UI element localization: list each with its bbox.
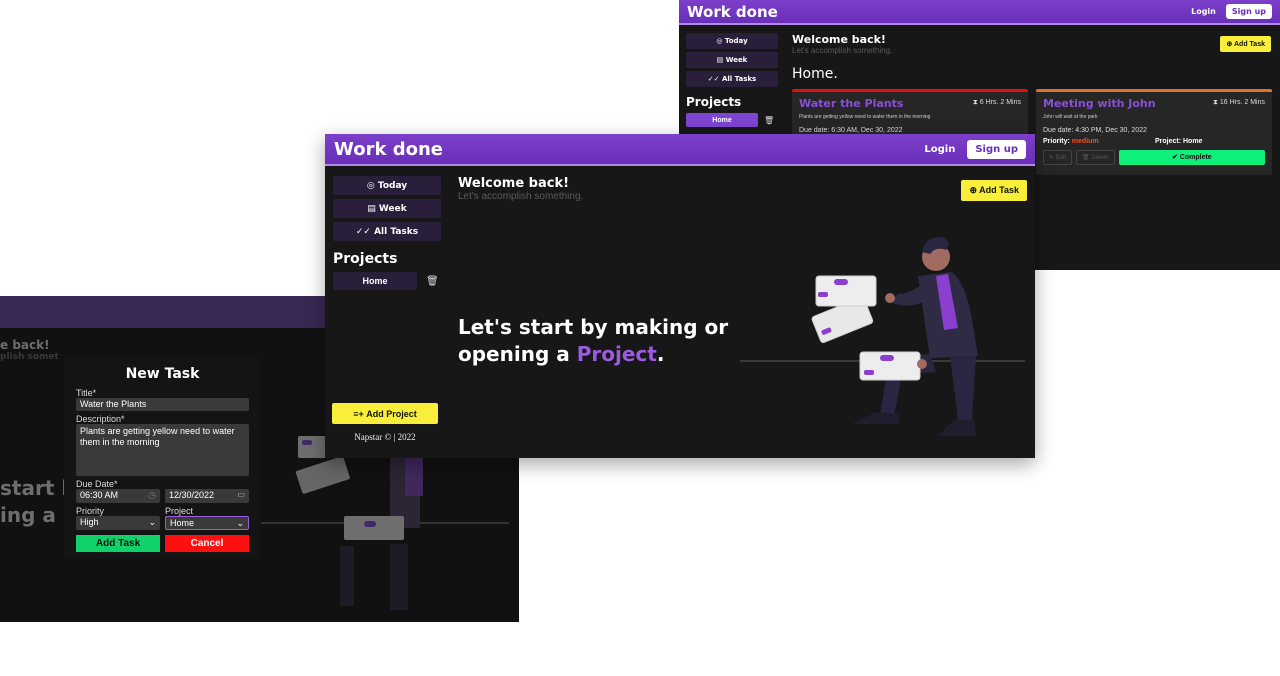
task-description: John will wait at the park [1043,114,1098,120]
time-input[interactable]: 06:30 AM ◷ [76,489,160,503]
trash-icon[interactable]: 🗑 [764,116,774,125]
task-card: Water the Plants ⧗ 6 Hrs. 2 Mins Plants … [792,89,1028,137]
sidebar-item-today[interactable]: ◎ Today [686,33,778,49]
description-textarea[interactable]: Plants are getting yellow need to water … [76,424,249,476]
welcome-title: Welcome back! [792,33,886,46]
footer-credit: Napstar © | 2022 [354,432,416,442]
project-item-home[interactable]: Home [686,113,758,127]
calendar-icon: ▤ [716,56,724,64]
sidebar-item-all-tasks[interactable]: ✓✓ All Tasks [333,222,441,241]
task-description: Plants are getting yellow need to water … [799,114,931,120]
due-date-label: Due Date* [76,479,118,489]
add-circle-icon: ⊕ [1226,41,1233,48]
task-project: Project: Home [1155,138,1203,145]
welcome-block: Welcome back! Let's accomplish something… [792,33,892,55]
welcome-title-dimmed: e back! [0,338,50,352]
edit-button[interactable]: ✎ Edit [1043,150,1073,165]
cancel-button[interactable]: Cancel [165,535,249,552]
projects-heading: Projects [686,95,742,109]
projects-heading: Projects [333,251,398,267]
hourglass-icon: ⧗ [972,99,978,106]
priority-label: Priority [76,506,105,516]
project-item-home[interactable]: Home [333,272,417,290]
brand-title[interactable]: Work done [334,139,443,160]
check-circle-icon: ✔ [1171,154,1178,161]
double-check-icon: ✓✓ [355,226,371,237]
date-input[interactable]: 12/30/2022 ▭ [165,489,249,503]
complete-button[interactable]: ✔ Complete [1118,150,1265,165]
sidebar: ◎ Today ▤ Week ✓✓ All Tasks Projects Hom… [686,33,778,127]
delete-button[interactable]: 🗑 Delete [1076,150,1115,165]
app-header: Work done Login Sign up [325,134,1035,166]
description-label: Description* [76,414,125,424]
task-time-left: ⧗ 16 Hrs. 2 Mins [1213,99,1265,106]
welcome-block: Welcome back! Let's accomplish something… [458,176,583,202]
sidebar-item-week[interactable]: ▤ Week [333,199,441,218]
welcome-subtitle-dimmed: plish somet [0,352,59,362]
add-project-button[interactable]: ≡+ Add Project [332,403,438,424]
playlist-add-icon: ≡+ [353,408,364,419]
login-link[interactable]: Login [924,144,955,155]
trash-icon: 🗑 [1082,155,1090,161]
task-time-left: ⧗ 6 Hrs. 2 Mins [972,99,1021,106]
calendar-icon: ▤ [367,203,376,214]
task-priority: Priority: medium [1043,138,1099,145]
sidebar-item-week[interactable]: ▤ Week [686,52,778,68]
double-check-icon: ✓✓ [707,75,720,83]
sidebar-item-today[interactable]: ◎ Today [333,176,441,195]
project-select[interactable]: Home ⌄ [165,516,249,530]
target-icon: ◎ [716,37,723,45]
project-heading: Home. [792,66,838,82]
new-task-modal: New Task Title* Water the Plants Descrip… [64,358,261,558]
trash-icon[interactable]: 🗑 [426,276,439,287]
task-due-date: Due date: 4:30 PM, Dec 30, 2022 [1043,127,1147,134]
project-label: Project [165,506,194,516]
hourglass-icon: ⧗ [1213,99,1218,106]
signup-button[interactable]: Sign up [1225,4,1272,19]
welcome-title: Welcome back! [458,176,570,191]
chevron-down-icon: ⌄ [236,518,244,528]
brand-title[interactable]: Work done [687,3,778,21]
clock-icon: ◷ [148,490,156,500]
login-link[interactable]: Login [1191,7,1216,16]
priority-select[interactable]: High ⌄ [76,516,160,530]
pencil-icon: ✎ [1049,155,1055,161]
add-task-button[interactable]: ⊕ Add Task [1220,36,1271,52]
calendar-icon: ▭ [237,490,245,499]
add-task-submit-button[interactable]: Add Task [76,535,160,552]
task-due-date: Due date: 6:30 AM, Dec 30, 2022 [799,127,903,134]
sidebar-item-all-tasks[interactable]: ✓✓ All Tasks [686,71,778,87]
chevron-down-icon: ⌄ [148,517,156,527]
target-icon: ◎ [366,180,375,191]
modal-title: New Task [125,366,200,382]
empty-state-message: Let's start by making or opening a Proje… [458,315,729,366]
person-with-cards-illustration [740,237,1025,436]
task-card: Meeting with John ⧗ 16 Hrs. 2 Mins John … [1036,89,1272,175]
add-circle-icon: ⊕ [969,185,977,195]
title-label: Title* [76,388,97,398]
sidebar: ◎ Today ▤ Week ✓✓ All Tasks Projects Hom… [333,176,441,290]
app-header: Work done Login Sign up [679,0,1280,25]
welcome-subtitle: Let's accomplish something. [792,46,893,55]
signup-button[interactable]: Sign up [967,139,1026,159]
add-task-button[interactable]: ⊕ Add Task [961,180,1027,201]
title-input[interactable]: Water the Plants [76,398,249,411]
welcome-subtitle: Let's accomplish something. [458,191,584,202]
screenshot-home-empty-state: Work done Login Sign up ◎ Today ▤ Week ✓… [325,134,1035,458]
